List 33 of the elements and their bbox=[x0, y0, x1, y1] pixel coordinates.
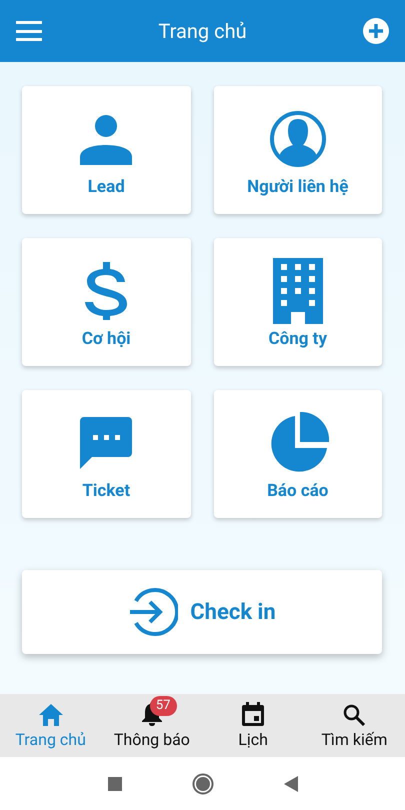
square-icon bbox=[108, 776, 122, 790]
person-circle-icon bbox=[270, 111, 326, 167]
menu-tile[interactable]: Người liên hệ bbox=[214, 86, 382, 214]
check-in-button[interactable]: Check in bbox=[22, 570, 382, 654]
menu-tile[interactable]: Lead bbox=[22, 86, 190, 214]
nav-tab[interactable]: 57 Thông báo bbox=[101, 694, 202, 757]
calendar-icon bbox=[242, 702, 264, 726]
person-icon bbox=[80, 113, 132, 165]
chat-icon bbox=[80, 417, 132, 469]
tile-label: Công ty bbox=[268, 328, 327, 350]
nav-tab[interactable]: Lịch bbox=[202, 694, 304, 757]
menu-tile[interactable]: Cơ hội bbox=[22, 238, 190, 366]
menu-tile[interactable]: Báo cáo bbox=[214, 390, 382, 518]
tile-label: Lead bbox=[88, 176, 125, 198]
menu-tile[interactable]: Công ty bbox=[214, 238, 382, 366]
circle-icon bbox=[192, 772, 214, 794]
back-icon bbox=[284, 776, 298, 792]
page-title: Trang chủ bbox=[158, 18, 247, 45]
tile-label: Ticket bbox=[82, 480, 130, 502]
nav-tab[interactable]: Trang chủ bbox=[0, 694, 102, 757]
dollar-icon bbox=[84, 262, 128, 320]
count-badge: 57 bbox=[150, 696, 176, 716]
arrow-circle-icon bbox=[128, 587, 178, 637]
tile-label: Người liên hệ bbox=[247, 176, 348, 198]
add-button[interactable] bbox=[363, 18, 389, 44]
nav-tab[interactable]: Tìm kiếm bbox=[304, 694, 405, 757]
building-icon bbox=[272, 258, 323, 324]
search-icon bbox=[343, 704, 366, 726]
home-icon bbox=[38, 704, 63, 726]
menu-button[interactable] bbox=[16, 21, 42, 41]
tile-label: Cơ hội bbox=[82, 328, 131, 350]
menu-tile[interactable]: Ticket bbox=[22, 390, 190, 518]
tile-label: Báo cáo bbox=[267, 480, 328, 502]
